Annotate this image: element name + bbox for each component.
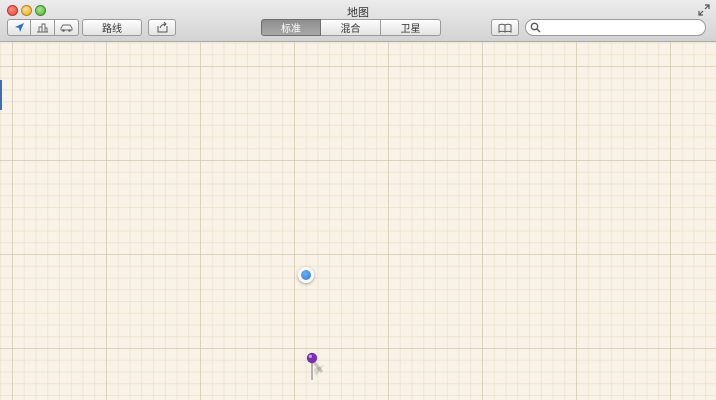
location-arrow-icon bbox=[14, 23, 24, 32]
3d-view-button[interactable] bbox=[31, 19, 55, 36]
map-canvas[interactable] bbox=[0, 42, 716, 400]
map-mode-control: 标准 混合 卫星 bbox=[261, 19, 441, 36]
search-input[interactable] bbox=[544, 21, 699, 34]
view-controls bbox=[7, 19, 79, 36]
current-location-marker[interactable] bbox=[298, 267, 314, 283]
tab-standard-label: 标准 bbox=[281, 24, 301, 35]
share-icon bbox=[157, 22, 167, 33]
tab-hybrid-label: 混合 bbox=[340, 24, 361, 35]
traffic-car-icon bbox=[60, 24, 73, 32]
traffic-button[interactable] bbox=[55, 19, 79, 36]
3d-buildings-icon bbox=[37, 23, 48, 33]
share-button[interactable] bbox=[148, 19, 176, 36]
tab-standard[interactable]: 标准 bbox=[261, 19, 321, 36]
route-button[interactable]: 路线 bbox=[82, 19, 142, 36]
bookmarks-button[interactable] bbox=[491, 19, 519, 36]
route-button-label: 路线 bbox=[102, 24, 122, 35]
tab-hybrid[interactable]: 混合 bbox=[321, 19, 381, 36]
tab-satellite-label: 卫星 bbox=[400, 24, 421, 35]
search-icon bbox=[530, 22, 541, 33]
tab-satellite[interactable]: 卫星 bbox=[381, 19, 441, 36]
window-title: 地图 bbox=[347, 7, 369, 19]
fullscreen-icon[interactable] bbox=[698, 4, 710, 16]
title-bar: 地图 路线 标准 混合 卫星 bbox=[0, 0, 716, 42]
current-location-button[interactable] bbox=[7, 19, 31, 36]
dropped-pin-icon[interactable] bbox=[302, 352, 332, 382]
bookmarks-icon bbox=[498, 23, 512, 33]
map-edge-marker bbox=[0, 80, 2, 110]
maps-window: 地图 路线 标准 混合 卫星 bbox=[0, 0, 716, 400]
search-field[interactable] bbox=[525, 19, 706, 36]
